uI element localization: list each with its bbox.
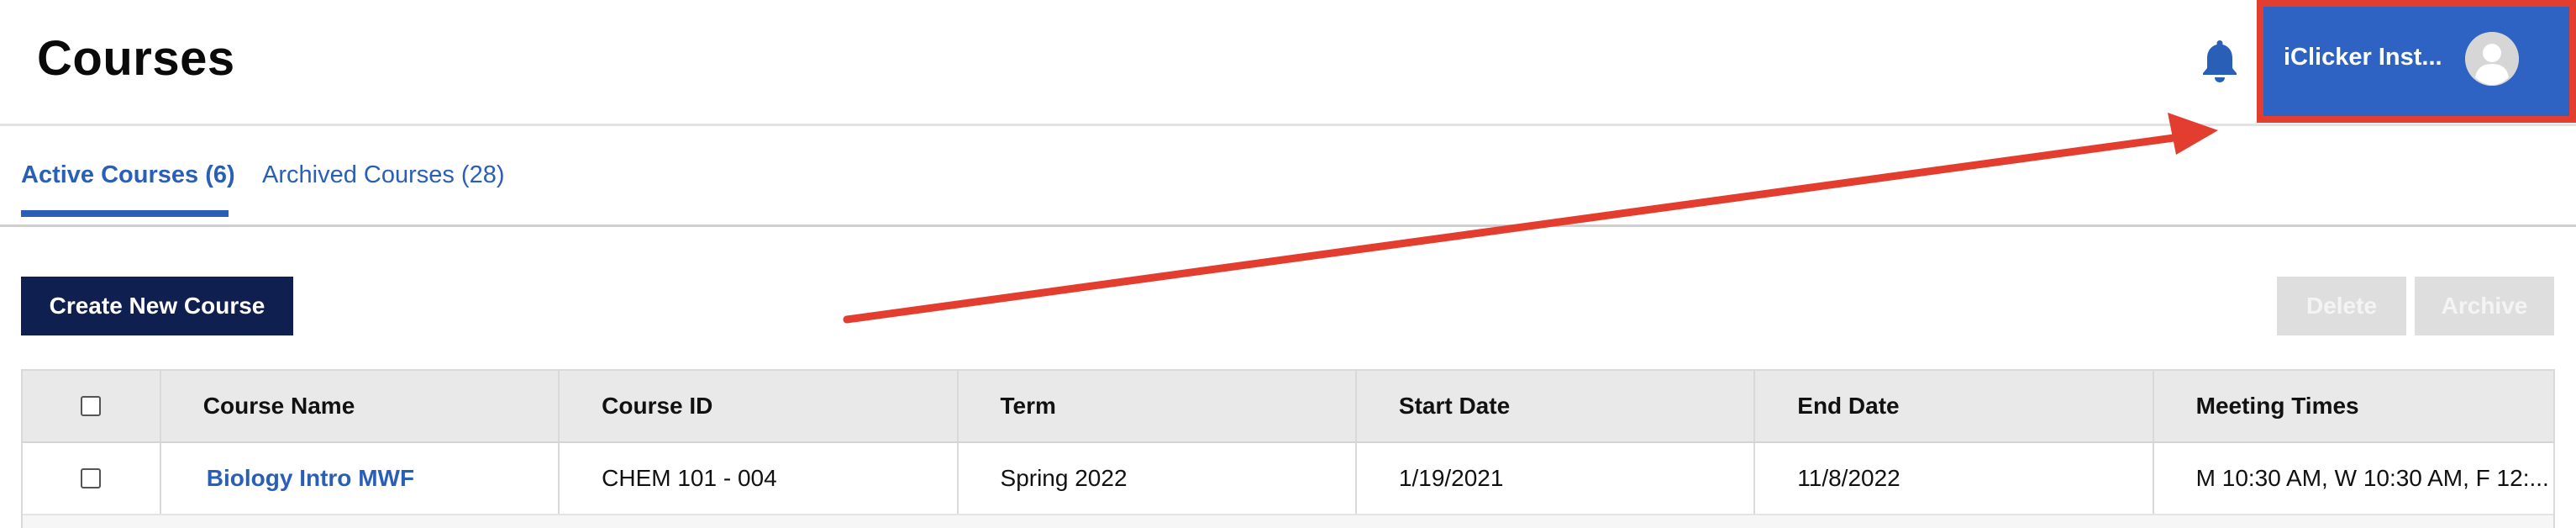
user-menu-button[interactable]: iClicker Inst... (2257, 0, 2576, 123)
course-id-cell: CHEM 101 - 004 (560, 443, 959, 514)
page-title: Courses (37, 31, 235, 86)
start-date-cell: 1/19/2021 (1357, 443, 1756, 514)
column-header-meeting-times[interactable]: Meeting Times (2154, 371, 2553, 441)
page-header: Courses iClicker Inst... (0, 0, 2576, 126)
column-header-course-id[interactable]: Course ID (560, 371, 959, 441)
row-checkbox[interactable] (81, 468, 102, 488)
column-header-term[interactable]: Term (959, 371, 1357, 441)
course-name-link[interactable]: Biology Intro MWF (203, 465, 414, 492)
table-header-row: Course Name Course ID Term Start Date En… (23, 371, 2553, 443)
row-select-cell (23, 443, 161, 514)
meeting-times-cell: M 10:30 AM, W 10:30 AM, F 12:... (2195, 465, 2549, 491)
create-new-course-button[interactable]: Create New Course (21, 277, 293, 335)
column-header-course-name[interactable]: Course Name (161, 371, 560, 441)
bell-icon[interactable] (2198, 37, 2242, 84)
term-cell: Spring 2022 (959, 443, 1357, 514)
user-avatar-icon (2465, 32, 2519, 86)
column-header-end-date[interactable]: End Date (1755, 371, 2154, 441)
delete-button[interactable]: Delete (2277, 277, 2406, 335)
header-select-cell (23, 371, 161, 441)
tab-archived-courses[interactable]: Archived Courses (28) (262, 161, 505, 189)
course-tabs: Active Courses (6) Archived Courses (28) (0, 128, 2576, 227)
select-all-checkbox[interactable] (81, 396, 102, 416)
tab-active-courses[interactable]: Active Courses (6) (21, 161, 235, 189)
active-tab-indicator (21, 210, 229, 217)
end-date-cell: 11/8/2022 (1755, 443, 2154, 514)
archive-button[interactable]: Archive (2415, 277, 2554, 335)
user-name: iClicker Inst... (2284, 44, 2442, 71)
course-name-cell: Biology Intro MWF (161, 443, 560, 514)
courses-table: Course Name Course ID Term Start Date En… (21, 369, 2555, 528)
column-header-start-date[interactable]: Start Date (1357, 371, 1756, 441)
table-row-partial (23, 515, 2553, 528)
table-row: Biology Intro MWF CHEM 101 - 004 Spring … (23, 443, 2553, 515)
